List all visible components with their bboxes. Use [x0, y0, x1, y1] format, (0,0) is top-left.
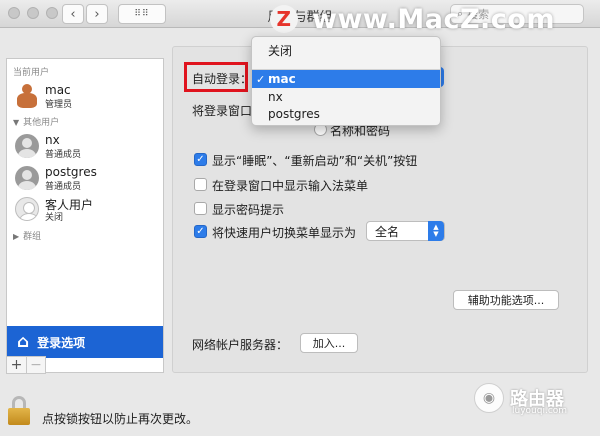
- watermark: Z www.MacZ.com: [270, 2, 555, 36]
- sidebar-item-login-options[interactable]: ⌂ 登录选项: [7, 326, 163, 358]
- user-avatar-icon: [15, 134, 39, 158]
- current-users-header: 当前用户: [13, 68, 50, 78]
- login-window-label: 将登录窗口: [192, 104, 253, 118]
- menu-item-mac-label: mac: [268, 72, 296, 86]
- users-sidebar: 当前用户 mac 管理员 ▼ 其他用户 nx 普通成员 postgres 普通成员…: [6, 58, 164, 373]
- show-password-hint-label: 显示密码提示: [212, 203, 285, 217]
- disclosure-right-icon: ▶: [13, 232, 20, 241]
- show-password-hint-checkbox[interactable]: [194, 202, 207, 215]
- fast-user-switch-select[interactable]: 全名 ▲ ▼: [366, 221, 445, 241]
- menu-item-postgres[interactable]: postgres: [252, 105, 440, 123]
- auto-login-dropdown-menu: 关闭 ✓ mac nx postgres: [251, 36, 441, 126]
- user-row-postgres[interactable]: postgres 普通成员: [7, 163, 163, 193]
- network-server-label: 网络帐户服务器：: [192, 338, 289, 352]
- user-role: 管理员: [45, 100, 73, 110]
- user-role: 关闭: [45, 213, 64, 223]
- other-users-label: 其他用户: [23, 118, 60, 128]
- groups-label: 群组: [23, 232, 42, 242]
- user-row-guest[interactable]: 客人用户 关闭: [7, 194, 163, 224]
- show-input-menu-label: 在登录窗口中显示输入法菜单: [212, 179, 369, 193]
- lock-icon[interactable]: [8, 396, 30, 426]
- add-user-button[interactable]: +: [7, 357, 26, 373]
- select-arrows-icon: ▲▼: [428, 221, 444, 241]
- other-users-header[interactable]: ▼ 其他用户: [13, 115, 59, 128]
- checkmark-icon: ✓: [196, 154, 205, 165]
- add-remove-bar: + −: [6, 356, 46, 374]
- user-role: 普通成员: [45, 150, 82, 160]
- menu-item-mac[interactable]: ✓ mac: [252, 70, 440, 88]
- show-power-buttons-checkbox[interactable]: ✓: [194, 153, 207, 166]
- checkmark-icon: ✓: [256, 72, 266, 86]
- macz-logo-icon: Z: [270, 5, 298, 33]
- user-name: postgres: [45, 165, 97, 179]
- gingerbread-avatar-icon: [15, 84, 39, 108]
- disclosure-down-icon: ▼: [13, 118, 20, 127]
- watermark-text: www.MacZ.com: [312, 3, 555, 35]
- login-options-label: 登录选项: [37, 335, 86, 350]
- menu-item-nx[interactable]: nx: [252, 88, 440, 106]
- show-input-menu-checkbox[interactable]: [194, 178, 207, 191]
- fast-user-switch-checkbox[interactable]: ✓: [194, 225, 207, 238]
- user-name: mac: [45, 83, 71, 97]
- guest-avatar-icon: [15, 197, 39, 221]
- fast-user-switch-label: 将快速用户切换菜单显示为: [212, 226, 357, 240]
- user-role: 普通成员: [45, 182, 82, 192]
- join-button[interactable]: 加入...: [300, 333, 358, 353]
- user-row-nx[interactable]: nx 普通成员: [7, 131, 163, 161]
- user-avatar-icon: [15, 166, 39, 190]
- accessibility-options-button[interactable]: 辅助功能选项...: [453, 290, 559, 310]
- user-row-mac[interactable]: mac 管理员: [7, 81, 163, 111]
- house-icon: ⌂: [17, 332, 30, 352]
- brand-url: luyouqi.com: [512, 406, 568, 416]
- show-power-buttons-label: 显示“睡眠”、“重新启动”和“关机”按钮: [212, 154, 418, 168]
- fast-user-switch-value: 全名: [375, 224, 400, 239]
- groups-header[interactable]: ▶ 群组: [13, 229, 41, 242]
- menu-item-off[interactable]: 关闭: [252, 41, 440, 59]
- lock-status-text: 点按锁按钮以防止再次更改。: [42, 412, 199, 426]
- router-logo-icon: ◉: [474, 383, 504, 413]
- user-name: nx: [45, 133, 60, 147]
- checkmark-icon: ✓: [196, 226, 205, 237]
- remove-user-button[interactable]: −: [25, 357, 45, 373]
- site-brand-watermark: ◉ 路由器 luyouqi.com: [474, 376, 594, 420]
- annotation-highlight-box: [184, 62, 248, 92]
